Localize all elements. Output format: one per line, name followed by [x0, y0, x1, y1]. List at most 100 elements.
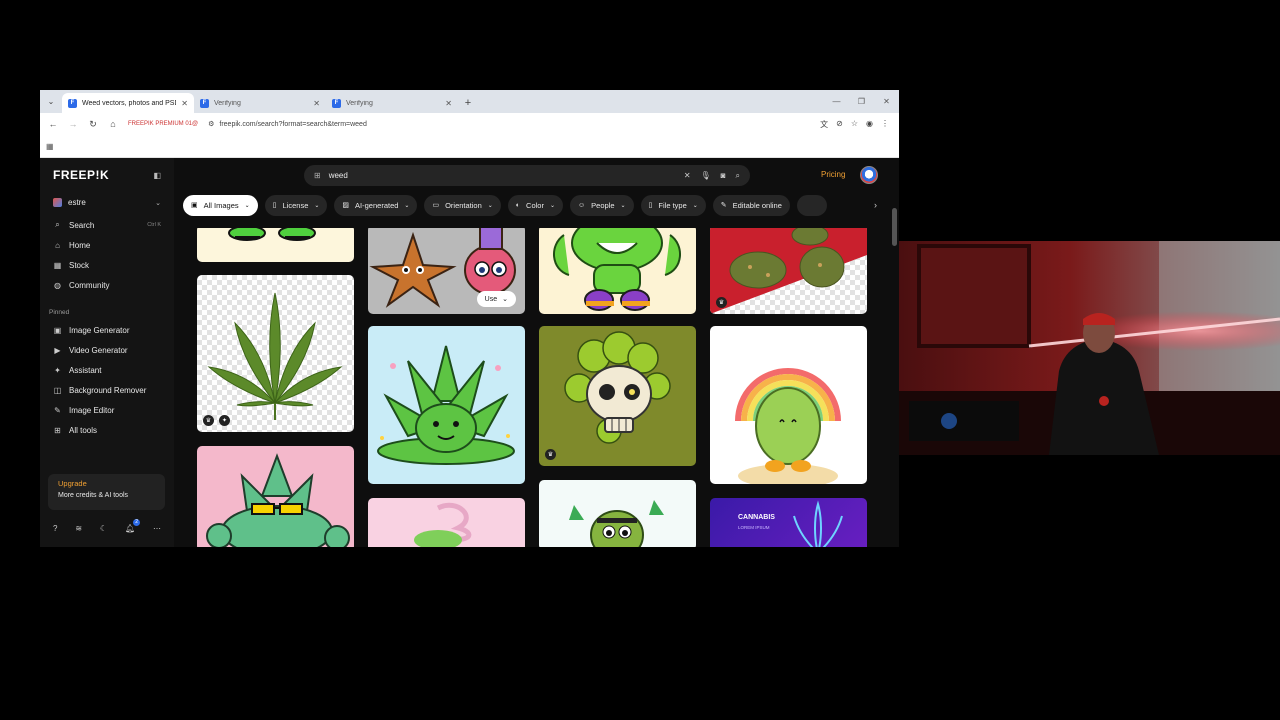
- sidebar-item-image-editor[interactable]: ✎ Image Editor: [40, 400, 174, 420]
- result-card[interactable]: ♛: [539, 326, 696, 466]
- edit-icon: ✎: [720, 202, 727, 209]
- minimize-icon[interactable]: —: [824, 97, 849, 106]
- search-icon[interactable]: ⌕: [736, 171, 740, 181]
- site-info-icon[interactable]: ⚙: [208, 120, 214, 128]
- banner-subtitle: LOREM IPSUM: [738, 525, 770, 530]
- shortcut-hint: Ctrl K: [147, 222, 161, 228]
- sidebar-item-assistant[interactable]: ✦ Assistant: [40, 360, 174, 380]
- browser-window: ⌄ F Weed vectors, photos and PSD ✕ F Ver…: [40, 90, 899, 547]
- profile-icon[interactable]: ◉: [866, 119, 873, 130]
- close-tab-icon[interactable]: ✕: [313, 99, 320, 108]
- collapse-sidebar-icon[interactable]: ◧: [153, 171, 161, 180]
- chevron-down-icon: ⌄: [549, 202, 555, 209]
- result-card[interactable]: [539, 480, 696, 547]
- chevron-down-icon: ⌄: [314, 202, 320, 209]
- use-button[interactable]: Use ⌄: [476, 291, 516, 307]
- workspace-selector[interactable]: estre ⌄: [46, 194, 168, 211]
- filter-editable-online[interactable]: ✎ Editable online: [712, 194, 790, 216]
- sidebar-item-label: Image Generator: [69, 325, 130, 335]
- bookmark-star-icon[interactable]: ☆: [851, 119, 858, 130]
- pricing-link[interactable]: Pricing: [821, 170, 845, 179]
- file-icon: ▯: [648, 202, 653, 209]
- filter-color[interactable]: ◐ Color ⌄: [507, 194, 563, 216]
- new-tab-button[interactable]: +: [458, 93, 478, 113]
- skull-with-buds-illustration: [564, 331, 671, 444]
- notifications-icon[interactable]: 🔔︎ 2: [125, 518, 141, 533]
- home-page-icon[interactable]: ⌂: [106, 119, 120, 129]
- scrollbar[interactable]: [892, 204, 897, 547]
- result-card[interactable]: [539, 228, 696, 314]
- search-type-icon[interactable]: ⊞: [314, 171, 321, 180]
- result-card[interactable]: [710, 326, 867, 484]
- sidebar-item-all-tools[interactable]: ⊞ All tools: [40, 420, 174, 440]
- tab-search-button[interactable]: ⌄: [40, 90, 62, 113]
- eye-off-icon[interactable]: ⊘: [836, 119, 843, 130]
- assistant-icon: ✦: [54, 365, 61, 375]
- tab-freepik[interactable]: F Weed vectors, photos and PSD ✕: [62, 93, 194, 113]
- orientation-icon: ▭: [432, 202, 440, 209]
- restore-icon[interactable]: ❐: [849, 97, 874, 106]
- search-input[interactable]: ⊞ weed ✕ 🎙︎ ◙ ⌕: [304, 165, 750, 186]
- result-card[interactable]: Use ⌄: [368, 228, 525, 314]
- banner-title: CANNABIS: [738, 514, 775, 521]
- sidebar-item-community[interactable]: ◍ Community: [40, 275, 174, 295]
- ai-icon: ▨: [342, 202, 350, 209]
- search-tools: ✕ 🎙︎ ◙ ⌕: [684, 171, 740, 181]
- extension-tag[interactable]: FREEPIK PREMIUM 01@: [128, 121, 198, 127]
- tab-verifying-1[interactable]: F Verifying ✕: [194, 93, 326, 113]
- address-bar: ← → ↻ ⌂ FREEPIK PREMIUM 01@ ⚙ freepik.co…: [40, 113, 899, 135]
- scrollbar-thumb[interactable]: [892, 208, 897, 246]
- clear-search-icon[interactable]: ✕: [684, 171, 691, 181]
- more-options-icon[interactable]: ⋯: [153, 524, 161, 533]
- sidebar-item-label: Background Remover: [69, 385, 147, 395]
- upgrade-card[interactable]: Upgrade More credits & AI tools: [48, 474, 165, 510]
- close-tab-icon[interactable]: ✕: [445, 99, 452, 108]
- freepik-logo[interactable]: FREEP!K: [53, 168, 109, 182]
- result-card[interactable]: ♛ ✦: [197, 275, 354, 432]
- browser-menu-icon[interactable]: ⋮: [881, 119, 889, 130]
- sidebar-item-video-generator[interactable]: ▶ Video Generator: [40, 340, 174, 360]
- freepik-favicon-icon: F: [68, 98, 77, 108]
- apps-grid-icon[interactable]: ▦: [46, 142, 54, 151]
- url-field[interactable]: ⚙ freepik.com/search?format=search&term=…: [204, 116, 814, 132]
- sidebar-item-image-generator[interactable]: ▣ Image Generator: [40, 320, 174, 340]
- result-card[interactable]: CANNABIS LOREM IPSUM: [710, 498, 867, 547]
- sidebar-item-home[interactable]: ⌂ Home: [40, 235, 174, 255]
- filter-license[interactable]: ▯ License ⌄: [264, 194, 328, 216]
- help-icon[interactable]: ?: [53, 524, 57, 533]
- sidebar-header: FREEP!K ◧: [40, 158, 174, 192]
- tab-verifying-2[interactable]: F Verifying ✕: [326, 93, 458, 113]
- happy-leaf-character-illustration: [377, 345, 515, 465]
- filter-all-images[interactable]: ▣ All Images ⌄: [183, 194, 258, 216]
- forward-icon[interactable]: →: [66, 119, 80, 129]
- filter-file-type[interactable]: ▯ File type ⌄: [640, 194, 706, 216]
- search-query[interactable]: weed: [329, 171, 676, 180]
- filter-orientation[interactable]: ▭ Orientation ⌄: [424, 194, 501, 216]
- sidebar-item-background-remover[interactable]: ◫ Background Remover: [40, 380, 174, 400]
- learn-icon[interactable]: ≋: [75, 524, 82, 533]
- close-tab-icon[interactable]: ✕: [181, 99, 188, 108]
- translate-icon[interactable]: 文: [820, 119, 828, 130]
- dark-mode-icon[interactable]: ☾: [100, 524, 107, 533]
- filter-ai-generated[interactable]: ▨ AI-generated ⌄: [334, 194, 418, 216]
- sidebar-item-stock[interactable]: ▦ Stock: [40, 255, 174, 275]
- result-card[interactable]: ♛: [710, 228, 867, 314]
- result-card[interactable]: [197, 228, 354, 262]
- result-card[interactable]: [368, 326, 525, 484]
- result-card[interactable]: [197, 446, 354, 547]
- avatar[interactable]: [860, 166, 878, 184]
- video-generator-icon: ▶: [54, 345, 61, 355]
- sidebar-item-search[interactable]: ⌕ Search Ctrl K: [40, 215, 174, 235]
- tab-label: Verifying: [214, 99, 241, 107]
- close-window-icon[interactable]: ✕: [874, 97, 899, 106]
- all-tools-icon: ⊞: [54, 425, 61, 435]
- back-icon[interactable]: ←: [46, 119, 60, 129]
- filter-more[interactable]: [796, 194, 827, 216]
- workspace-avatar: [53, 198, 62, 207]
- filters-next-icon[interactable]: ›: [874, 200, 877, 210]
- reload-icon[interactable]: ↻: [86, 119, 100, 130]
- camera-search-icon[interactable]: ◙: [721, 171, 726, 181]
- filter-people[interactable]: ☺ People ⌄: [570, 194, 634, 216]
- result-card[interactable]: [368, 498, 525, 547]
- voice-search-icon[interactable]: 🎙︎: [701, 171, 711, 181]
